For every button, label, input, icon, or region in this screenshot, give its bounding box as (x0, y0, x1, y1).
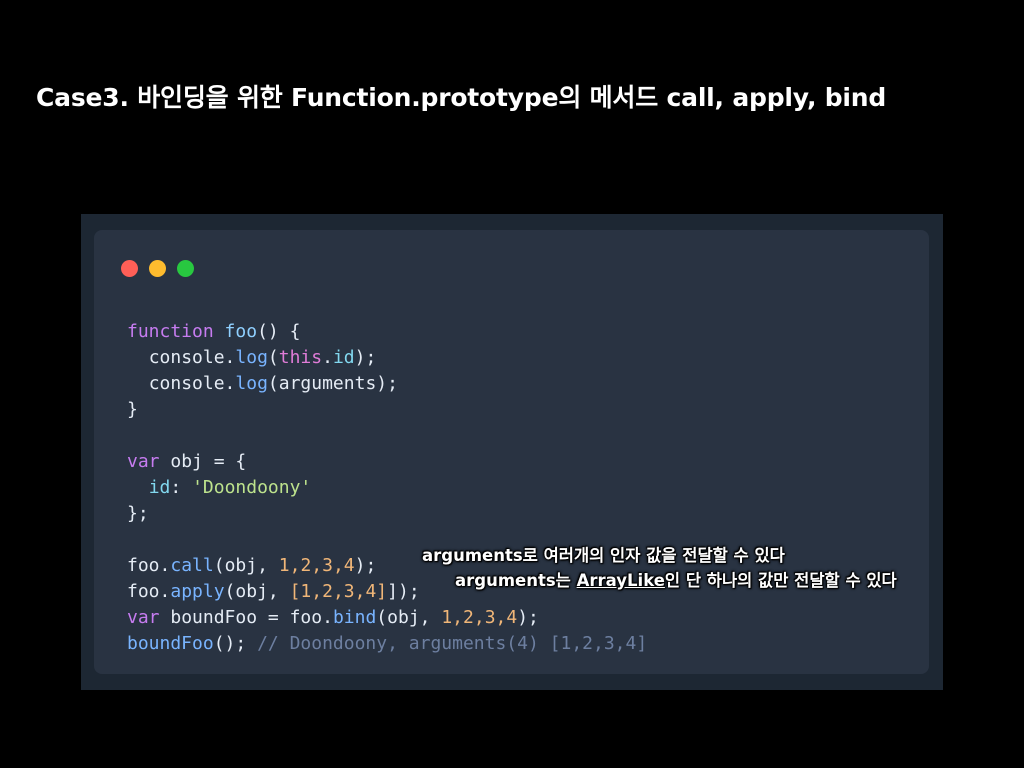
keyword-this: this (278, 347, 323, 368)
code-line-12: var boundFoo = foo.bind(obj, 1,2,3,4); (127, 605, 647, 631)
punctuation: ); (354, 347, 377, 368)
identifier: obj (235, 581, 268, 602)
punctuation: ); (376, 373, 398, 394)
punctuation: . (322, 607, 333, 628)
number-literals: 1,2,3,4 (278, 555, 355, 576)
identifier: arguments (278, 373, 377, 394)
method-name: apply (170, 581, 225, 602)
identifier: foo (289, 607, 323, 628)
code-block: function foo() { console.log(this.id); c… (127, 319, 647, 657)
punctuation: . (159, 555, 171, 576)
punctuation: , (419, 607, 442, 628)
punctuation: . (224, 373, 236, 394)
punctuation: = { (202, 451, 247, 472)
code-line-3: console.log(arguments); (127, 371, 647, 397)
punctuation: . (159, 581, 171, 602)
identifier: obj (224, 555, 258, 576)
keyword-function: function (127, 321, 214, 342)
function-name: foo (224, 321, 258, 342)
code-line-4: } (127, 397, 647, 423)
punctuation: } (127, 399, 138, 420)
code-window: function foo() { console.log(this.id); c… (94, 230, 929, 674)
annotation-call: arguments로 여러개의 인자 값을 전달할 수 있다 (422, 546, 785, 565)
maximize-dot-icon (177, 260, 194, 277)
property-name: id (148, 477, 171, 498)
identifier: obj (387, 607, 420, 628)
annotation-apply-prefix: arguments는 (455, 571, 577, 590)
punctuation: ( (267, 373, 279, 394)
identifier: foo (127, 581, 160, 602)
keyword-var: var (127, 607, 160, 628)
method-name: call (170, 555, 214, 576)
array-literal: [1,2,3,4] (289, 581, 388, 602)
code-line-7: id: 'Doondoony' (127, 475, 647, 501)
property-name: id (332, 347, 355, 368)
code-line-6: var obj = { (127, 449, 647, 475)
punctuation: ]); (387, 581, 420, 602)
identifier: console (148, 373, 225, 394)
minimize-dot-icon (149, 260, 166, 277)
code-line-1: function foo() { (127, 319, 647, 345)
punctuation: ); (354, 555, 377, 576)
slide-title: Case3. 바인딩을 위한 Function.prototype의 메서드 c… (36, 83, 887, 112)
punctuation: , (257, 555, 279, 576)
punctuation: = (257, 607, 290, 628)
punctuation: ( (376, 607, 388, 628)
punctuation: (); (213, 633, 258, 654)
punctuation: }; (127, 503, 149, 524)
function-call: boundFoo (127, 633, 214, 654)
punctuation: ); (517, 607, 539, 628)
code-line-8: }; (127, 501, 647, 527)
punctuation: ( (224, 581, 236, 602)
method-name: log (235, 347, 268, 368)
punctuation: () { (257, 321, 301, 342)
code-screenshot-frame: function foo() { console.log(this.id); c… (81, 214, 943, 690)
string-literal: 'Doondoony' (192, 477, 312, 498)
code-comment: // Doondoony, arguments(4) [1,2,3,4] (257, 633, 648, 654)
method-name: bind (332, 607, 377, 628)
annotation-arraylike-link[interactable]: ArrayLike (577, 571, 665, 590)
identifier: foo (127, 555, 160, 576)
punctuation: : (170, 477, 193, 498)
punctuation: . (322, 347, 333, 368)
punctuation: ( (213, 555, 225, 576)
identifier: obj (170, 451, 203, 472)
code-line-2: console.log(this.id); (127, 345, 647, 371)
punctuation: . (224, 347, 236, 368)
keyword-var: var (127, 451, 160, 472)
identifier: console (148, 347, 225, 368)
method-name: log (235, 373, 268, 394)
punctuation: ( (267, 347, 279, 368)
punctuation: , (267, 581, 290, 602)
code-line-13: boundFoo(); // Doondoony, arguments(4) [… (127, 631, 647, 657)
annotation-apply-suffix: 인 단 하나의 값만 전달할 수 있다 (664, 571, 897, 590)
identifier: boundFoo (170, 607, 258, 628)
number-literals: 1,2,3,4 (441, 607, 518, 628)
close-dot-icon (121, 260, 138, 277)
annotation-apply: arguments는 ArrayLike인 단 하나의 값만 전달할 수 있다 (455, 567, 897, 591)
